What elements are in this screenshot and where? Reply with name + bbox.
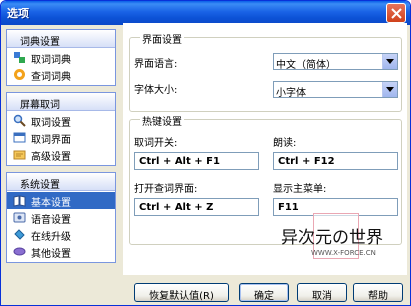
window-icon xyxy=(13,132,26,143)
sidebar-item-label: 在线升级 xyxy=(31,232,71,243)
sidebar-item-advanced-settings[interactable]: 高级设置 xyxy=(7,146,115,163)
help-button[interactable]: 帮助 xyxy=(353,283,403,302)
sidebar-item-lookup-dictionary[interactable]: 查词词典 xyxy=(7,66,115,83)
chevron-down-icon xyxy=(386,59,394,64)
dropdown-button[interactable] xyxy=(382,82,397,97)
sidebar-item-online-update[interactable]: 在线升级 xyxy=(7,226,115,243)
hotkey-value: Ctrl + F12 xyxy=(278,156,335,167)
language-select-value: 中文（简体） xyxy=(276,60,336,71)
interface-settings-group: 界面设置 界面语言: 中文（简体） 字体大小: 小字体 xyxy=(129,31,402,112)
sidebar-group-dictionary: 词典设置 取词词典 查词词典 xyxy=(6,29,116,86)
hotkey-value: F11 xyxy=(278,202,299,213)
sidebar-item-capture-interface[interactable]: 取词界面 xyxy=(7,129,115,146)
sidebar-group-header: 系统设置 xyxy=(7,173,115,191)
open-lookup-label: 打开查词界面: xyxy=(134,184,198,195)
watermark-text: 异次元の世界 xyxy=(281,228,383,248)
sidebar-item-capture-dictionary[interactable]: 取词词典 xyxy=(7,49,115,66)
group-legend: 热键设置 xyxy=(140,113,184,128)
magnifier-icon xyxy=(13,114,26,127)
sidebar-item-other-settings[interactable]: 其他设置 xyxy=(7,243,115,260)
language-select[interactable]: 中文（简体） xyxy=(273,53,398,71)
read-aloud-hotkey-field[interactable]: Ctrl + F12 xyxy=(273,152,398,170)
fontsize-select-value: 小字体 xyxy=(276,88,306,99)
capture-toggle-label: 取词开关: xyxy=(134,138,178,149)
sidebar-item-label: 其他设置 xyxy=(31,249,71,260)
book-icon xyxy=(13,195,26,207)
close-button[interactable] xyxy=(386,3,406,23)
pencil-icon xyxy=(13,150,26,160)
sidebar: 词典设置 取词词典 查词词典 屏幕取词 取词设置 取词界面 高级设置 系统设置 … xyxy=(6,29,116,300)
sidebar-item-label: 语音设置 xyxy=(31,215,71,226)
sidebar-group-system: 系统设置 基本设置 语音设置 在线升级 其他设置 xyxy=(6,172,116,263)
capture-toggle-hotkey-field[interactable]: Ctrl + Alt + F1 xyxy=(134,152,259,170)
sidebar-item-voice-settings[interactable]: 语音设置 xyxy=(7,209,115,226)
hotkey-value: Ctrl + Alt + Z xyxy=(139,202,214,213)
read-aloud-label: 朗读: xyxy=(273,138,297,149)
pill-icon xyxy=(13,247,26,256)
lookup-dictionary-icon xyxy=(14,69,25,80)
fontsize-select[interactable]: 小字体 xyxy=(273,81,398,99)
options-dialog: 选项 词典设置 取词词典 查词词典 屏幕取词 取词设置 取词界面 高级设置 系统… xyxy=(0,0,411,306)
sidebar-item-capture-settings[interactable]: 取词设置 xyxy=(7,112,115,129)
hotkey-value: Ctrl + Alt + F1 xyxy=(139,156,220,167)
window-title: 选项 xyxy=(7,7,29,20)
fontsize-label: 字体大小: xyxy=(134,85,178,96)
sidebar-item-label: 取词界面 xyxy=(31,135,71,146)
sidebar-item-label: 取词词典 xyxy=(31,55,71,66)
chevron-down-icon xyxy=(386,87,394,92)
speaker-icon xyxy=(13,212,26,223)
sidebar-item-label: 取词设置 xyxy=(31,118,71,129)
sidebar-group-screen-capture: 屏幕取词 取词设置 取词界面 高级设置 xyxy=(6,92,116,166)
sidebar-item-label: 高级设置 xyxy=(31,152,71,163)
close-icon xyxy=(391,8,402,19)
cancel-button[interactable]: 取消 xyxy=(297,283,347,302)
sidebar-item-label: 基本设置 xyxy=(31,198,71,209)
ok-button[interactable]: 确定 xyxy=(239,283,289,302)
sidebar-group-header: 词典设置 xyxy=(7,30,115,48)
sidebar-item-basic-settings[interactable]: 基本设置 xyxy=(7,192,115,209)
main-menu-label: 显示主菜单: xyxy=(273,184,327,195)
sidebar-item-label: 查词词典 xyxy=(31,72,71,83)
globe-icon xyxy=(14,229,25,240)
language-label: 界面语言: xyxy=(134,59,178,70)
dropdown-button[interactable] xyxy=(382,54,397,69)
dictionary-icon xyxy=(14,52,25,63)
title-bar[interactable]: 选项 xyxy=(1,1,410,25)
sidebar-group-header: 屏幕取词 xyxy=(7,93,115,111)
restore-defaults-button[interactable]: 恢复默认值(R) xyxy=(134,283,229,302)
open-lookup-hotkey-field[interactable]: Ctrl + Alt + Z xyxy=(134,198,259,216)
watermark-subtext: WWW.X-FORCE.CN xyxy=(311,249,376,257)
group-legend: 界面设置 xyxy=(140,31,184,46)
